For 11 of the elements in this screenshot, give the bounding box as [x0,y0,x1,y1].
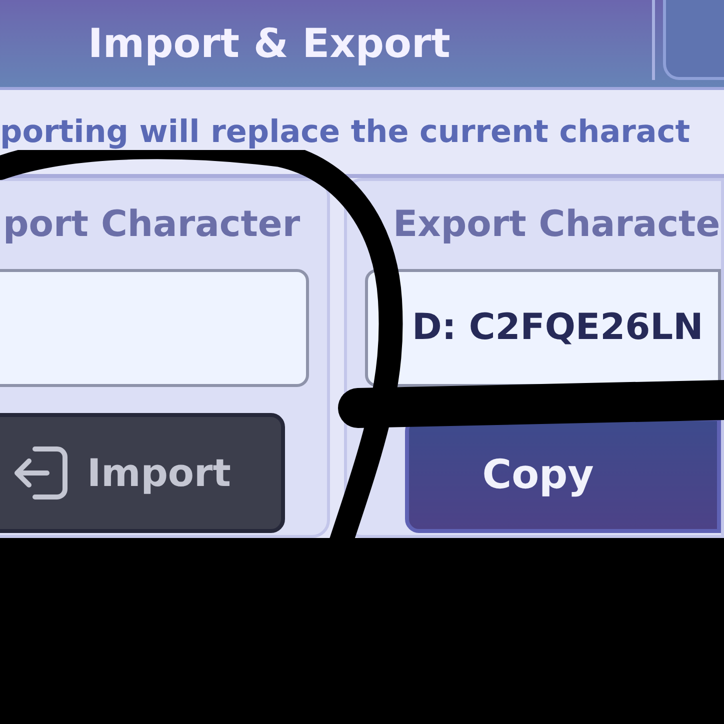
import-icon [13,445,69,501]
panel-heading: Export Characte [392,203,721,247]
copy-button[interactable]: Copy [405,417,721,533]
code-field[interactable] [0,269,309,387]
code-field[interactable]: D: C2FQE26LN [365,269,721,387]
back-button[interactable] [652,0,724,80]
window-title: Import & Export [88,20,452,68]
code-value: D: C2FQE26LN [412,306,704,350]
notice-text: porting will replace the current charact [0,112,690,152]
panel-heading: port Character [3,203,302,247]
import-button[interactable]: Import [0,413,285,533]
